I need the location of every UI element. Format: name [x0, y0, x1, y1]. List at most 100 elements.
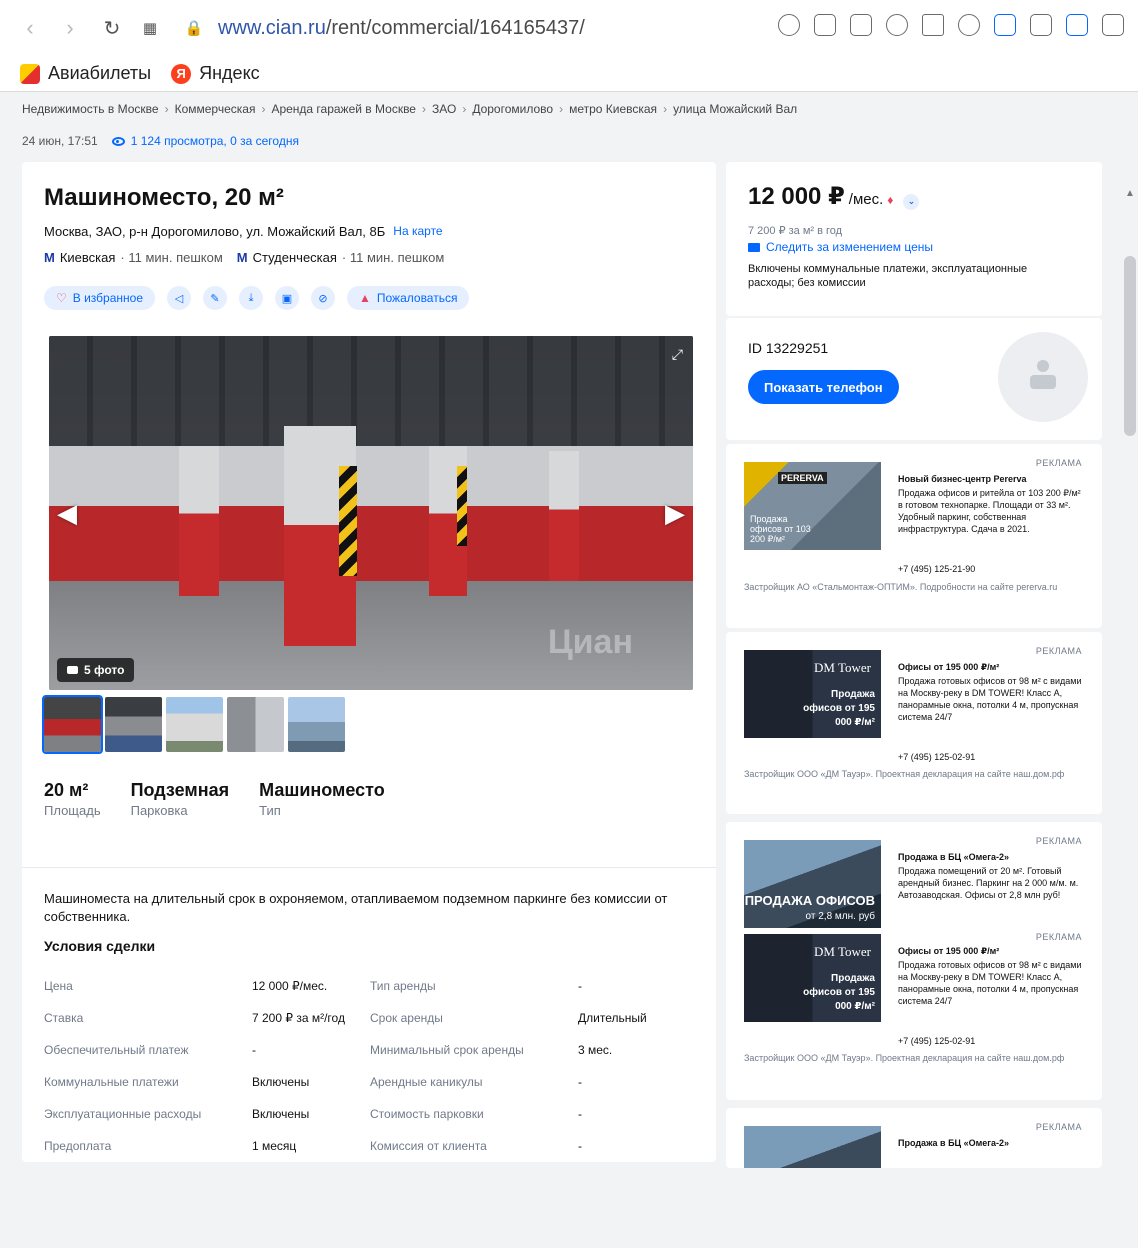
back-icon[interactable]: ‹	[16, 14, 44, 42]
photo-count: 5 фото	[84, 663, 125, 677]
address-bar[interactable]: www.cian.ru/rent/commercial/164165437/	[218, 17, 585, 40]
edit-button[interactable]: ✎	[203, 286, 227, 310]
ad-title: Продажа в БЦ «Омега-2»	[898, 1138, 1010, 1148]
heart-icon[interactable]	[958, 14, 980, 36]
download-icon[interactable]	[1066, 14, 1088, 36]
ad-phone[interactable]: +7 (495) 125-21-90	[898, 564, 975, 574]
chevron-down-icon[interactable]: ⌄	[903, 193, 920, 210]
heart-icon: ♡	[56, 291, 67, 305]
ad-footer: Застройщик ООО «ДМ Тауэр». Проектная дек…	[744, 1053, 1065, 1063]
download-button[interactable]: ⤓	[239, 286, 263, 310]
address-text: Москва, ЗАО, р-н Дорогомилово, ул. Можай…	[44, 224, 386, 239]
screenshot-icon[interactable]	[850, 14, 872, 36]
breadcrumb-item[interactable]: Недвижимость в Москве	[22, 102, 159, 116]
fact-type: Машиноместо Тип	[259, 780, 385, 818]
ad-image[interactable]	[744, 1126, 881, 1168]
show-phone-button[interactable]: Показать телефон	[748, 370, 899, 404]
photo-wall-red	[49, 506, 693, 586]
fact-label: Тип	[259, 803, 281, 818]
ad-image[interactable]: PERERVA Продажа офисов от 103 200 ₽/м²	[744, 462, 881, 550]
table-row: Коммунальные платежи Включены Арендные кан…	[44, 1066, 684, 1098]
expand-icon[interactable]: ⤢	[672, 346, 683, 363]
ad-card[interactable]: РЕКЛАМА PERERVA Продажа офисов от 103 20…	[726, 444, 1102, 628]
breadcrumb-item[interactable]: метро Киевская	[569, 102, 657, 116]
favorite-button[interactable]: ♡ В избранное	[44, 286, 155, 310]
term-label: Предоплата	[44, 1139, 112, 1153]
ad-image[interactable]: ПРОДАЖА ОФИСОВ от 2,8 млн. руб	[744, 840, 881, 928]
page: Недвижимость в Москве › Коммерческая › Аре…	[0, 92, 1138, 1248]
term-label: Арендные каникулы	[370, 1075, 483, 1089]
prev-photo-icon[interactable]: ◀	[57, 498, 77, 529]
thumbnail[interactable]	[166, 697, 223, 752]
publish-date: 24 июн, 17:51	[22, 134, 98, 148]
price-value: 12 000 ₽	[748, 183, 845, 210]
scroll-up-icon[interactable]: ▲	[1125, 188, 1135, 199]
ad-card[interactable]: РЕКЛАМА DM Tower Продажа офисов от 195 0…	[726, 632, 1102, 814]
term-label: Эксплуатационные расходы	[44, 1107, 202, 1121]
ad-image-text: Продажа офисов от 195 000 ₽/м²	[803, 973, 875, 1012]
term-value: -	[578, 1107, 582, 1121]
photo-gallery[interactable]: Циан ⤢ ◀ ▶ 5 фото	[49, 336, 693, 690]
ad-card[interactable]: РЕКЛАМА Продажа в БЦ «Омега-2»	[726, 1108, 1102, 1168]
scrollbar[interactable]: ▲	[1122, 184, 1138, 1248]
print-button[interactable]: ▣	[275, 286, 299, 310]
complain-button[interactable]: ▲ Пожаловаться	[347, 286, 470, 310]
fact-label: Парковка	[130, 803, 188, 818]
ad-title: Офисы от 195 000 ₽/м²	[898, 662, 1000, 672]
favorite-label: В избранное	[72, 291, 143, 305]
term-label: Минимальный срок аренды	[370, 1043, 524, 1057]
eye-icon	[111, 136, 125, 146]
photo-ceiling	[49, 336, 693, 456]
envelope-icon	[748, 242, 760, 252]
ad-image[interactable]: DM Tower Продажа офисов от 195 000 ₽/м²	[744, 650, 881, 738]
breadcrumb-item[interactable]: Дорогомилово	[472, 102, 553, 116]
cube-icon[interactable]	[1030, 14, 1052, 36]
metro-item[interactable]: М Студенческая · 11 мин. пешком	[237, 250, 445, 265]
breadcrumb-item[interactable]: Аренда гаражей в Москве	[271, 102, 416, 116]
photo-count-badge[interactable]: 5 фото	[57, 658, 135, 682]
bookmark-aviabilety[interactable]: Авиабилеты	[20, 63, 151, 84]
deal-terms-heading: Условия сделки	[44, 938, 156, 954]
send-icon[interactable]	[922, 14, 944, 36]
next-photo-icon[interactable]: ▶	[665, 498, 685, 529]
map-link[interactable]: На карте	[393, 224, 442, 239]
description: Машиноместа на длительный срок в охроняе…	[44, 891, 668, 924]
ad-phone[interactable]: +7 (495) 125-02-91	[898, 752, 975, 762]
term-value: 1 месяц	[252, 1139, 297, 1153]
ad-card[interactable]: РЕКЛАМА ПРОДАЖА ОФИСОВ от 2,8 млн. руб П…	[726, 822, 1102, 1100]
block-icon[interactable]	[886, 14, 908, 36]
term-label: Срок аренды	[370, 1011, 443, 1025]
thumbnail[interactable]	[227, 697, 284, 752]
main-photo: Циан	[49, 336, 693, 690]
breadcrumb-item[interactable]: Коммерческая	[175, 102, 256, 116]
metro-item[interactable]: М Киевская · 11 мин. пешком	[44, 250, 223, 265]
breadcrumb-item[interactable]: ЗАО	[432, 102, 456, 116]
ad-phone[interactable]: +7 (495) 125-02-91	[898, 1036, 975, 1046]
thumbnail[interactable]	[105, 697, 162, 752]
edit-icon[interactable]	[814, 14, 836, 36]
divider	[22, 867, 716, 868]
thumbnail[interactable]	[42, 695, 103, 754]
hide-button[interactable]: ⊘	[311, 286, 335, 310]
forward-icon[interactable]: ›	[56, 14, 84, 42]
cart-icon[interactable]	[994, 14, 1016, 36]
page-title: Машиноместо, 20 м²	[44, 184, 284, 211]
ad-image-text: от 2,8 млн. руб	[805, 911, 875, 922]
scrollbar-thumb[interactable]	[1124, 256, 1136, 436]
bookmark-yandex[interactable]: Я Яндекс	[171, 63, 260, 84]
share-button[interactable]: ◁	[167, 286, 191, 310]
complain-label: Пожаловаться	[376, 291, 458, 305]
breadcrumb-item[interactable]: улица Можайский Вал	[673, 102, 797, 116]
photo-wall	[49, 446, 693, 506]
photo-pillar	[179, 446, 219, 596]
ad-image[interactable]: DM Tower Продажа офисов от 195 000 ₽/м²	[744, 934, 881, 1022]
views-link[interactable]: 1 124 просмотра, 0 за сегодня	[111, 134, 299, 148]
metro-icon: М	[236, 250, 248, 265]
price-watch-link[interactable]: Следить за изменением цены	[748, 240, 933, 254]
reload-icon[interactable]: ↻	[98, 14, 126, 42]
apps-grid-icon[interactable]: ▦	[136, 14, 164, 42]
ad-label: РЕКЛАМА	[1035, 458, 1082, 468]
settings-sliders-icon[interactable]	[1102, 14, 1124, 36]
thumbnail[interactable]	[288, 697, 345, 752]
search-icon[interactable]	[778, 14, 800, 36]
